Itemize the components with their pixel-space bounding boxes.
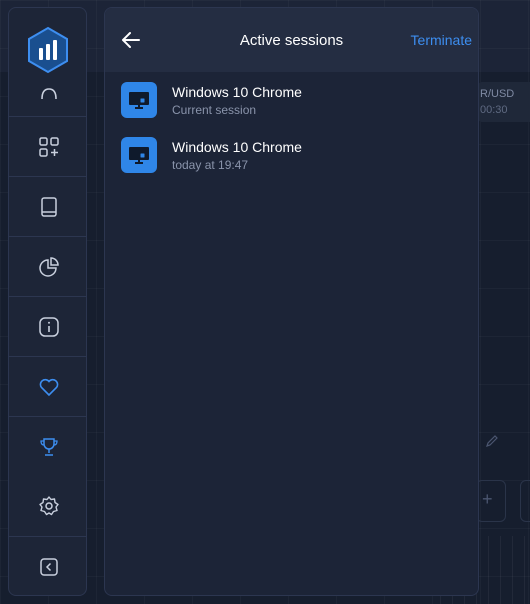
sidebar-collapse-button[interactable] <box>9 536 86 595</box>
sidebar-item-apps[interactable] <box>9 116 86 176</box>
sidebar-item-favorites[interactable] <box>9 356 86 416</box>
sidebar <box>8 7 87 596</box>
plus-icon: + <box>482 489 493 509</box>
session-detail: today at 19:47 <box>172 158 249 172</box>
session-device: Windows 10 Chrome <box>172 84 302 100</box>
heart-icon <box>39 378 58 396</box>
asset-selector[interactable]: R/USD 00:30 <box>478 82 530 122</box>
edit-icon[interactable] <box>485 434 499 448</box>
apps-add-icon <box>38 136 59 157</box>
sidebar-item-book[interactable] <box>9 176 86 236</box>
sidebar-item-settings[interactable] <box>9 476 86 536</box>
active-sessions-panel: Active sessions Terminate Windows 10 Chr… <box>104 7 479 596</box>
info-icon <box>38 316 59 337</box>
secondary-button[interactable] <box>520 480 530 522</box>
pie-chart-icon <box>38 256 59 277</box>
terminate-button[interactable]: Terminate <box>411 32 472 48</box>
sidebar-item-analytics[interactable] <box>9 236 86 296</box>
collapse-icon <box>39 557 58 576</box>
monitor-icon <box>121 137 157 173</box>
increase-button[interactable]: + <box>476 480 506 522</box>
asset-pair-label: R/USD <box>480 88 515 100</box>
session-item[interactable]: Windows 10 Chrome today at 19:47 <box>121 137 461 177</box>
logo-icon[interactable] <box>27 26 69 74</box>
session-item[interactable]: Windows 10 Chrome Current session <box>121 82 461 122</box>
sidebar-item-tournaments[interactable] <box>9 416 86 476</box>
gear-icon <box>38 496 59 516</box>
trophy-icon <box>39 437 58 456</box>
monitor-icon <box>121 82 157 118</box>
book-icon <box>40 196 57 217</box>
asset-timer: 00:30 <box>480 104 508 116</box>
session-detail: Current session <box>172 103 257 117</box>
session-device: Windows 10 Chrome <box>172 139 302 155</box>
panel-header: Active sessions Terminate <box>105 8 478 72</box>
sidebar-item-info[interactable] <box>9 296 86 356</box>
